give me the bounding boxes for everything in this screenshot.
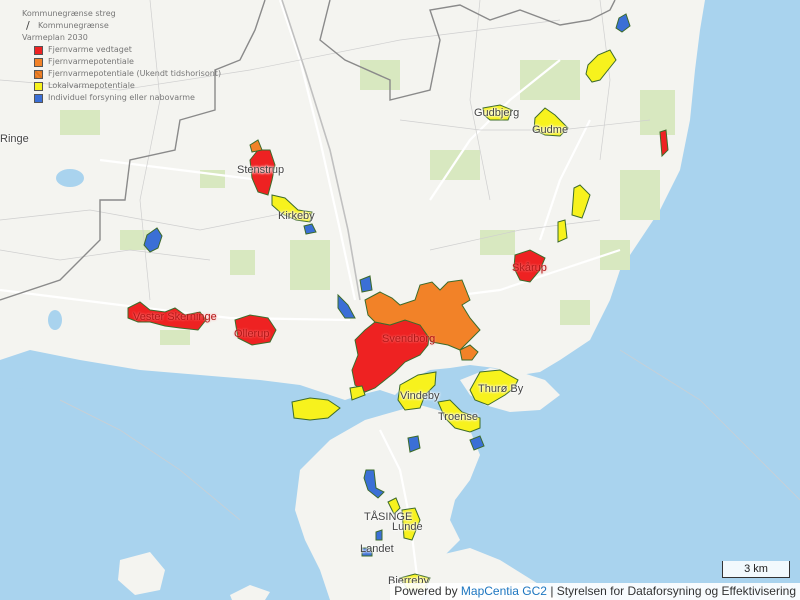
place-label-thuroe-by: Thurø By: [478, 383, 524, 395]
line-icon: /: [26, 19, 30, 32]
legend-item-label: Fjernvarmepotentiale (Ukendt tidshorison…: [48, 69, 222, 78]
place-label-ringe: Ringe: [0, 133, 29, 145]
legend-item: Fjernvarmepotentiale (Ukendt tidshorison…: [4, 68, 244, 80]
place-label-stenstrup: Stenstrup: [237, 164, 285, 176]
individual-area: [375, 529, 383, 541]
legend-item-label: Individuel forsyning eller nabovarme: [48, 93, 195, 102]
place-label-vindeby: Vindeby: [400, 390, 440, 402]
attribution-prefix: Powered by: [394, 584, 458, 598]
place-label-kirkeby: Kirkeby: [278, 210, 315, 222]
legend-item-label: Lokalvarmepotentiale: [48, 81, 135, 90]
attribution-suffix: | Styrelsen for Dataforsyning og Effekti…: [550, 584, 796, 598]
place-label-troense: Troense: [438, 411, 478, 423]
legend-item-label: Fjernvarme vedtaget: [48, 45, 132, 54]
attribution-link[interactable]: MapCentia GC2: [461, 584, 547, 598]
place-label-landet: Landet: [360, 543, 394, 555]
place-label-lunde: Lunde: [392, 521, 423, 533]
scale-bar: 3 km: [722, 561, 790, 578]
legend-item-label: Fjernvarmepotentiale: [48, 57, 134, 66]
attribution: Powered by MapCentia GC2 | Styrelsen for…: [390, 583, 800, 600]
legend: Kommunegrænse streg / Kommunegrænse Varm…: [4, 8, 244, 104]
legend-item: Fjernvarme vedtaget: [4, 44, 244, 56]
lake: [11, 381, 29, 389]
place-label-ollerup: Ollerup: [234, 328, 270, 340]
legend-swatch: [34, 81, 43, 91]
place-label-gudme: Gudme: [532, 124, 569, 136]
legend-swatch: [34, 69, 43, 79]
legend-swatch: [34, 45, 43, 55]
legend-swatch: [34, 93, 43, 103]
place-label-gudbjerg: Gudbjerg: [474, 107, 520, 119]
lake: [56, 169, 84, 187]
legend-group-title: Varmeplan 2030: [22, 33, 88, 42]
lake: [48, 310, 62, 330]
legend-item: Individuel forsyning eller nabovarme: [4, 92, 244, 104]
legend-item: Lokalvarmepotentiale: [4, 80, 244, 92]
legend-item: Fjernvarmepotentiale: [4, 56, 244, 68]
place-label-skaarup: Skårup: [512, 262, 547, 274]
place-label-svendborg: Svendborg: [382, 333, 436, 345]
legend-line-row: / Kommunegrænse: [4, 20, 244, 32]
local-area: [557, 219, 568, 243]
legend-layer-title: Kommunegrænse streg: [22, 9, 116, 18]
legend-layer-label: Kommunegrænse: [38, 21, 109, 30]
legend-swatch: [34, 57, 43, 67]
place-label-vester-skerninge: Vester Skerninge: [133, 311, 217, 323]
